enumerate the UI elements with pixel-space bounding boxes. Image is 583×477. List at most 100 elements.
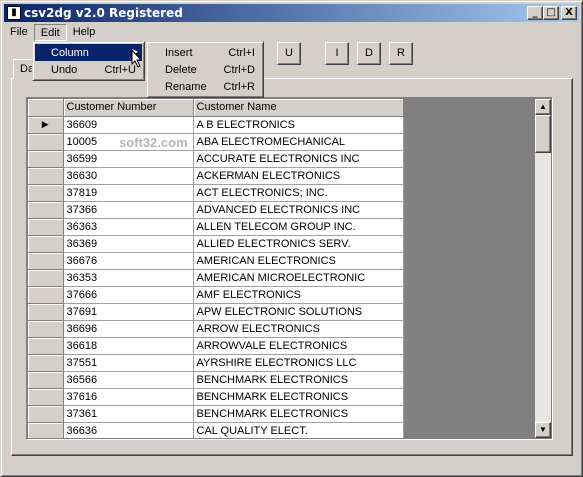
row-indicator-cell[interactable] — [28, 201, 64, 219]
cell-customer-number[interactable]: 36353 — [63, 269, 194, 287]
row-indicator-cell[interactable] — [28, 252, 64, 270]
cell-customer-number[interactable]: 36618 — [63, 337, 194, 355]
cell-customer-number[interactable]: 36630 — [63, 167, 194, 185]
close-button[interactable]: X — [561, 6, 577, 20]
cell-customer-number[interactable]: 37366 — [63, 201, 194, 219]
cell-customer-number[interactable]: 37666 — [63, 286, 194, 304]
table-row[interactable]: 37366 ADVANCED ELECTRONICS INC — [28, 201, 404, 219]
title-bar[interactable]: ▮ csv2dg v2.0 Registered _ □ X — [4, 4, 579, 22]
cell-customer-name[interactable]: ABA ELECTROMECHANICAL — [193, 133, 404, 151]
cell-customer-name[interactable]: AMF ELECTRONICS — [193, 286, 404, 304]
row-indicator-cell[interactable] — [28, 167, 64, 185]
table-row[interactable]: 37666 AMF ELECTRONICS — [28, 286, 404, 304]
table-row[interactable]: ▶ 36609 A B ELECTRONICS — [28, 116, 404, 134]
row-indicator-cell[interactable] — [28, 388, 64, 406]
table-row[interactable]: 36676 AMERICAN ELECTRONICS — [28, 252, 404, 270]
row-indicator-cell[interactable] — [28, 337, 64, 355]
row-indicator-cell[interactable] — [28, 303, 64, 321]
cell-customer-number[interactable]: 37551 — [63, 354, 194, 372]
row-indicator-cell[interactable] — [28, 371, 64, 389]
table-row[interactable]: 37616 BENCHMARK ELECTRONICS — [28, 388, 404, 406]
cell-customer-number[interactable]: 36609 — [63, 116, 194, 134]
menu-file[interactable]: File — [4, 24, 34, 41]
table-row[interactable]: 36636 CAL QUALITY ELECT. — [28, 422, 404, 438]
toolbar-r-button[interactable]: R — [389, 42, 413, 65]
row-indicator-cell[interactable] — [28, 286, 64, 304]
row-indicator-cell[interactable] — [28, 150, 64, 168]
cell-customer-number[interactable]: 36599 — [63, 150, 194, 168]
toolbar-u-button[interactable]: U — [277, 42, 301, 65]
table-row[interactable]: 36566 BENCHMARK ELECTRONICS — [28, 371, 404, 389]
row-indicator-cell[interactable]: ▶ — [28, 116, 64, 134]
cell-customer-name[interactable]: AMERICAN ELECTRONICS — [193, 252, 404, 270]
table-row[interactable]: 37691 APW ELECTRONIC SOLUTIONS — [28, 303, 404, 321]
menu-edit[interactable]: Edit — [33, 23, 67, 41]
cell-customer-number[interactable]: 37819 — [63, 184, 194, 202]
table-row[interactable]: 37551 AYRSHIRE ELECTRONICS LLC — [28, 354, 404, 372]
cell-customer-name[interactable]: ALLIED ELECTRONICS SERV. — [193, 235, 404, 253]
menu-item-delete[interactable]: Delete Ctrl+D — [149, 61, 261, 78]
scroll-up-button[interactable]: ▲ — [535, 99, 551, 115]
cell-customer-number[interactable]: 37691 — [63, 303, 194, 321]
menu-item-insert[interactable]: Insert Ctrl+I — [149, 44, 261, 61]
table-row[interactable]: 36353 AMERICAN MICROELECTRONIC — [28, 269, 404, 287]
app-icon[interactable]: ▮ — [7, 6, 21, 20]
row-indicator-cell[interactable] — [28, 218, 64, 236]
cell-customer-name[interactable]: APW ELECTRONIC SOLUTIONS — [193, 303, 404, 321]
row-indicator-cell[interactable] — [28, 422, 64, 438]
maximize-button[interactable]: □ — [543, 6, 559, 20]
cell-customer-number[interactable]: 36696 — [63, 320, 194, 338]
row-indicator-cell[interactable] — [28, 235, 64, 253]
row-indicator-cell[interactable] — [28, 354, 64, 372]
table-row[interactable]: 36630 ACKERMAN ELECTRONICS — [28, 167, 404, 185]
cell-customer-name[interactable]: AYRSHIRE ELECTRONICS LLC — [193, 354, 404, 372]
data-grid[interactable]: Customer Number Customer Name ▶ 36609 A B … — [26, 97, 553, 440]
cell-customer-name[interactable]: AMERICAN MICROELECTRONIC — [193, 269, 404, 287]
row-indicator-cell[interactable] — [28, 133, 64, 151]
table-row[interactable]: 36696 ARROW ELECTRONICS — [28, 320, 404, 338]
row-indicator-cell[interactable] — [28, 269, 64, 287]
row-indicator-cell[interactable] — [28, 320, 64, 338]
table-row[interactable]: 37361 BENCHMARK ELECTRONICS — [28, 405, 404, 423]
table-row[interactable]: 36618 ARROWVALE ELECTRONICS — [28, 337, 404, 355]
table-row[interactable]: 36369 ALLIED ELECTRONICS SERV. — [28, 235, 404, 253]
cell-customer-number[interactable]: 37616 — [63, 388, 194, 406]
cell-customer-name[interactable]: ADVANCED ELECTRONICS INC — [193, 201, 404, 219]
cell-customer-name[interactable]: ACCURATE ELECTRONICS INC — [193, 150, 404, 168]
cell-customer-number[interactable]: 37361 — [63, 405, 194, 423]
cell-customer-name[interactable]: ACT ELECTRONICS; INC. — [193, 184, 404, 202]
cell-customer-number[interactable]: 36636 — [63, 422, 194, 438]
table-row[interactable]: 36363 ALLEN TELECOM GROUP INC. — [28, 218, 404, 236]
cell-customer-name[interactable]: ALLEN TELECOM GROUP INC. — [193, 218, 404, 236]
menu-help[interactable]: Help — [67, 24, 102, 41]
grid-viewport: Customer Number Customer Name ▶ 36609 A B … — [28, 99, 535, 438]
menu-item-rename[interactable]: Rename Ctrl+R — [149, 78, 261, 95]
cell-customer-number[interactable]: 36363 — [63, 218, 194, 236]
toolbar-i-button[interactable]: I — [325, 42, 349, 65]
cell-customer-number[interactable]: 36566 — [63, 371, 194, 389]
row-indicator-cell[interactable] — [28, 405, 64, 423]
cell-customer-name[interactable]: CAL QUALITY ELECT. — [193, 422, 404, 438]
table-row[interactable]: 37819 ACT ELECTRONICS; INC. — [28, 184, 404, 202]
scroll-down-button[interactable]: ▼ — [535, 422, 551, 438]
cell-customer-name[interactable]: ACKERMAN ELECTRONICS — [193, 167, 404, 185]
cell-customer-number[interactable]: 36676 — [63, 252, 194, 270]
cell-customer-name[interactable]: A B ELECTRONICS — [193, 116, 404, 134]
minimize-button[interactable]: _ — [527, 6, 543, 20]
row-indicator-cell[interactable] — [28, 184, 64, 202]
cell-customer-name[interactable]: BENCHMARK ELECTRONICS — [193, 388, 404, 406]
table-row[interactable]: 36599 ACCURATE ELECTRONICS INC — [28, 150, 404, 168]
cell-customer-name[interactable]: ARROWVALE ELECTRONICS — [193, 337, 404, 355]
column-header-customer-number[interactable]: Customer Number — [63, 99, 194, 117]
menu-item-column[interactable]: Column ▶ — [35, 44, 142, 61]
vertical-scrollbar[interactable]: ▲ ▼ — [535, 99, 551, 438]
toolbar-d-button[interactable]: D — [357, 42, 381, 65]
cell-customer-name[interactable]: ARROW ELECTRONICS — [193, 320, 404, 338]
cell-customer-name[interactable]: BENCHMARK ELECTRONICS — [193, 371, 404, 389]
column-header-customer-name[interactable]: Customer Name — [193, 99, 404, 117]
cell-customer-name[interactable]: BENCHMARK ELECTRONICS — [193, 405, 404, 423]
scroll-thumb[interactable] — [535, 115, 551, 153]
menu-item-undo[interactable]: Undo Ctrl+U — [35, 61, 142, 78]
cell-customer-number[interactable]: 36369 — [63, 235, 194, 253]
table-row[interactable]: 10005 ABA ELECTROMECHANICAL — [28, 133, 404, 151]
